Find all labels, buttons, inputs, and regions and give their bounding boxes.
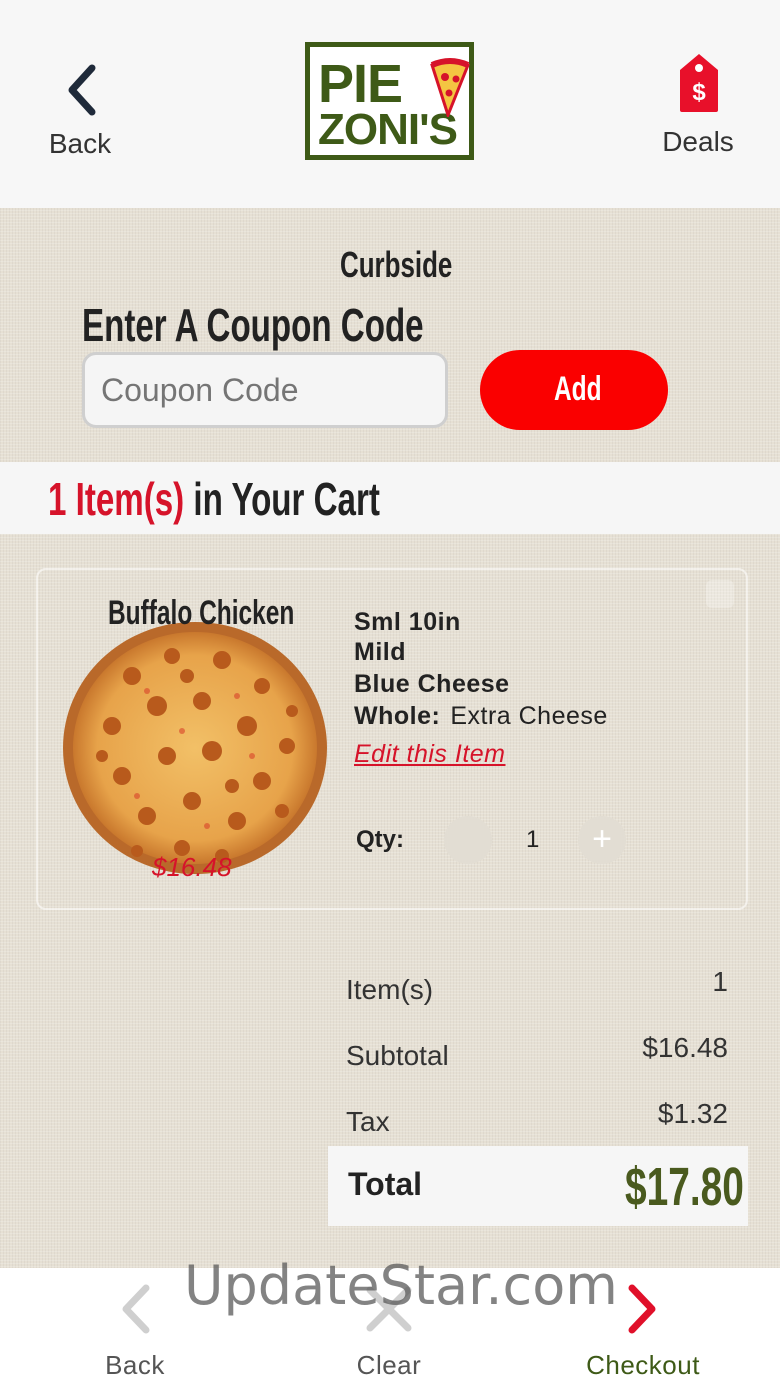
- items-value: 1: [712, 966, 728, 997]
- pie-zonis-logo: PIE ZONI'S: [305, 42, 474, 160]
- item-option-size: Sml 10in: [354, 608, 461, 636]
- add-coupon-label: Add: [554, 370, 602, 408]
- add-coupon-button[interactable]: Add: [480, 350, 668, 430]
- bottom-back-button[interactable]: Back: [70, 1268, 200, 1387]
- item-option-whole: Whole: Extra Cheese: [354, 702, 608, 731]
- deals-button[interactable]: $ Deals: [650, 50, 746, 160]
- cart-item-card: Buffalo Chicken $16.48 Sml 10in Mild Blu…: [36, 568, 748, 910]
- pizza-image: [63, 622, 327, 874]
- subtotal-value: $16.48: [642, 1032, 728, 1063]
- coupon-section: Curbside Enter A Coupon Code Add: [0, 208, 780, 462]
- coupon-title: Enter A Coupon Code: [82, 299, 424, 351]
- item-price: $16.48: [152, 852, 232, 882]
- order-mode-label: Curbside: [340, 244, 453, 285]
- item-option-spice: Mild: [354, 638, 406, 666]
- tax-label: Tax: [346, 1106, 390, 1137]
- price-tag-icon: $: [680, 54, 718, 112]
- summary-total-row: Total $17.80: [328, 1146, 748, 1226]
- subtotal-label: Subtotal: [346, 1040, 449, 1071]
- whole-label: Whole:: [354, 702, 441, 730]
- plus-icon: +: [592, 820, 612, 858]
- chevron-right-icon: [628, 1284, 656, 1334]
- cart-count-suffix: in Your Cart: [193, 473, 380, 525]
- edit-item-link[interactable]: Edit this Item: [354, 740, 506, 769]
- qty-decrease-button[interactable]: [444, 816, 492, 864]
- items-label: Item(s): [346, 974, 434, 1005]
- app-header: Back PIE ZONI'S $ Deals: [0, 0, 780, 208]
- tax-value: $1.32: [657, 1098, 728, 1129]
- qty-label: Qty:: [356, 826, 404, 853]
- deals-label: Deals: [662, 126, 734, 157]
- cart-count-bar: 1 Item(s) in Your Cart: [0, 462, 780, 534]
- chevron-left-icon: [68, 64, 96, 116]
- back-button[interactable]: Back: [40, 60, 120, 160]
- bottom-back-label: Back: [105, 1350, 165, 1380]
- item-option-dressing: Blue Cheese: [354, 670, 510, 698]
- whole-value: Extra Cheese: [450, 702, 608, 730]
- dollar-sign: $: [692, 79, 706, 106]
- chevron-left-icon: [122, 1284, 150, 1334]
- checkout-label: Checkout: [586, 1350, 700, 1380]
- remove-item-button[interactable]: [706, 580, 734, 608]
- cart-count-heading: 1 Item(s) in Your Cart: [48, 472, 380, 526]
- back-label: Back: [48, 128, 112, 159]
- total-value: $17.80: [625, 1157, 744, 1217]
- pizza-slice-icon: [430, 58, 470, 117]
- qty-increase-button[interactable]: +: [578, 816, 626, 864]
- qty-value: 1: [526, 826, 540, 853]
- clear-label: Clear: [356, 1350, 422, 1380]
- coupon-code-input[interactable]: [82, 352, 448, 428]
- item-name: Buffalo Chicken: [108, 594, 295, 632]
- watermark-text: UpdateStar.com: [184, 1254, 618, 1317]
- cart-count: 1 Item(s): [48, 473, 185, 525]
- total-label: Total: [348, 1166, 423, 1202]
